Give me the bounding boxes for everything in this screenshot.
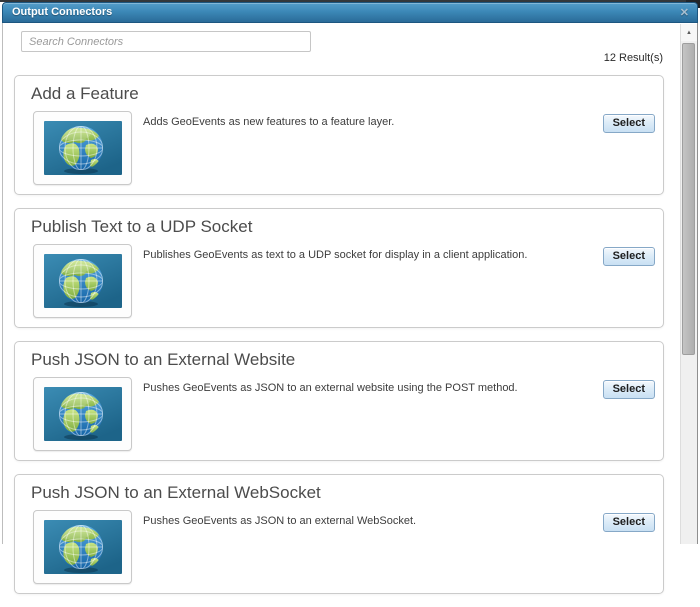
scrollbar-thumb[interactable] — [682, 43, 695, 355]
connector-list: Add a Feature Adds GeoEvents as new feat… — [14, 75, 664, 607]
globe-icon — [43, 387, 122, 441]
select-button[interactable]: Select — [602, 380, 655, 399]
connector-card: Publish Text to a UDP Socket Publishes G… — [14, 208, 664, 328]
scroll-up-icon: ▲ — [686, 29, 692, 36]
scrollbar-track[interactable]: ▲ — [680, 24, 697, 544]
connector-description: Adds GeoEvents as new features to a feat… — [143, 116, 395, 128]
globe-icon — [43, 520, 122, 574]
connector-thumbnail — [33, 510, 132, 584]
connector-name: Add a Feature — [31, 84, 139, 103]
globe-icon — [43, 121, 122, 175]
results-count: 12 Result(s) — [603, 52, 663, 64]
connector-name: Push JSON to an External WebSocket — [31, 483, 321, 502]
connector-row: Pushes GeoEvents as JSON to an external … — [15, 377, 663, 451]
select-button[interactable]: Select — [602, 247, 655, 266]
connector-card: Push JSON to an External Website Pushes … — [14, 341, 664, 461]
connector-name: Publish Text to a UDP Socket — [31, 217, 253, 236]
close-icon[interactable]: ✕ — [680, 5, 689, 22]
connector-name: Push JSON to an External Website — [31, 350, 296, 369]
connector-thumbnail — [33, 244, 132, 318]
connector-description: Pushes GeoEvents as JSON to an external … — [143, 382, 518, 394]
scroll-up-button[interactable]: ▲ — [681, 24, 697, 41]
connector-row: Publishes GeoEvents as text to a UDP soc… — [15, 244, 663, 318]
select-button[interactable]: Select — [602, 513, 655, 532]
connector-card: Push JSON to an External WebSocket Pushe… — [14, 474, 664, 594]
select-button[interactable]: Select — [602, 114, 655, 133]
connector-description: Publishes GeoEvents as text to a UDP soc… — [143, 249, 528, 261]
dialog-title: Output Connectors — [12, 6, 113, 18]
connector-row: Adds GeoEvents as new features to a feat… — [15, 111, 663, 185]
connector-card: Add a Feature Adds GeoEvents as new feat… — [14, 75, 664, 195]
connector-description: Pushes GeoEvents as JSON to an external … — [143, 515, 417, 527]
connector-row: Pushes GeoEvents as JSON to an external … — [15, 510, 663, 584]
dialog-titlebar: Output Connectors ✕ — [2, 2, 698, 23]
connector-thumbnail — [33, 111, 132, 185]
connector-thumbnail — [33, 377, 132, 451]
globe-icon — [43, 254, 122, 308]
search-input[interactable] — [21, 31, 311, 52]
